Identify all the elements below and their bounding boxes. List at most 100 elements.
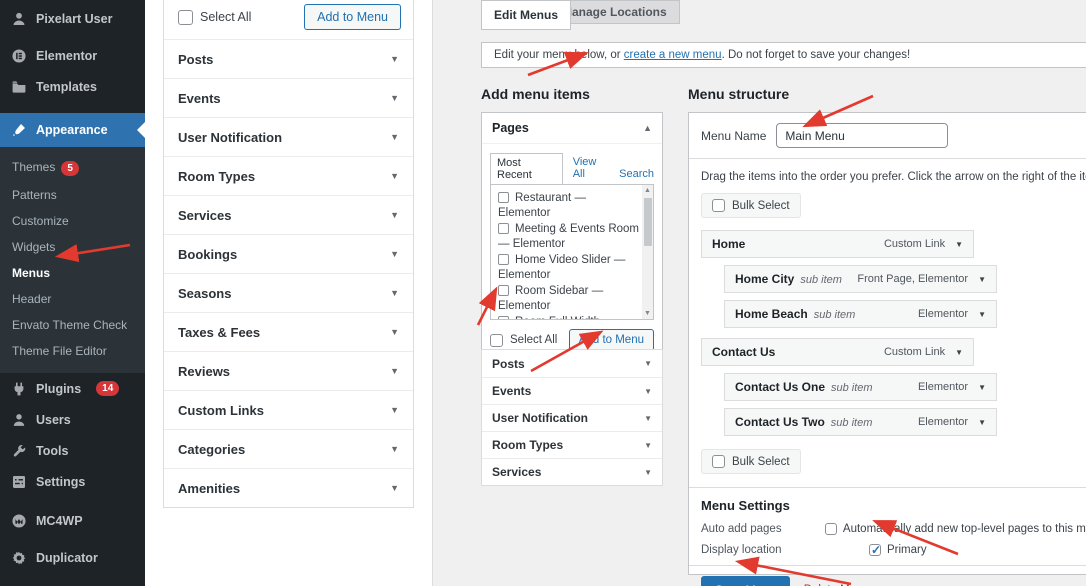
sidebar-item-header[interactable]: Header (0, 286, 145, 312)
appearance-submenu: Themes5 Patterns Customize Widgets Menus… (0, 147, 145, 373)
sidebar-item-pixelart-user[interactable]: Pixelart User (0, 4, 145, 34)
menu-item-contact-us-two[interactable]: Contact Us Twosub item Elementor▼ (724, 408, 997, 436)
sidebar-item-label: Plugins (36, 382, 81, 396)
sidebar-item-customize[interactable]: Customize (0, 208, 145, 234)
page-checkbox-item[interactable]: Home Video Slider — Elementor (498, 253, 639, 283)
page-checkbox-item[interactable]: Restaurant — Elementor (498, 191, 639, 221)
bulk-select-toggle[interactable]: Bulk Select (701, 193, 801, 218)
accordion-item-services[interactable]: Services▼ (482, 458, 662, 485)
accordion-item-amenities[interactable]: Amenities▼ (164, 468, 413, 507)
themes-count-badge: 5 (61, 161, 79, 176)
accordion-item-custom-links[interactable]: Custom Links▼ (164, 390, 413, 429)
sidebar-item-patterns[interactable]: Patterns (0, 182, 145, 208)
page-checkbox-item[interactable]: Room Sidebar — Elementor (498, 284, 639, 314)
expand-item-icon[interactable]: ▼ (978, 383, 986, 392)
scrollbar-thumb[interactable] (644, 198, 652, 246)
sidebar-item-mc4wp[interactable]: MC4WP (0, 505, 145, 536)
user-icon (10, 11, 27, 28)
pages-select-all-checkbox[interactable] (490, 334, 503, 347)
pages-add-to-menu-button[interactable]: Add to Menu (569, 329, 654, 351)
bulk-select-checkbox[interactable] (712, 199, 725, 212)
bulk-select-checkbox[interactable] (712, 455, 725, 468)
tab-most-recent[interactable]: Most Recent (490, 153, 563, 185)
tab-edit-menus[interactable]: Edit Menus (481, 0, 571, 30)
sidebar-item-tools[interactable]: Tools (0, 435, 145, 466)
accordion-item-reviews[interactable]: Reviews▼ (164, 351, 413, 390)
sidebar-item-templates[interactable]: Templates (0, 72, 145, 102)
accordion-item-taxes-fees[interactable]: Taxes & Fees▼ (164, 312, 413, 351)
sidebar-item-themes[interactable]: Themes5 (0, 154, 145, 182)
accordion-item-events[interactable]: Events▼ (164, 78, 413, 117)
auto-add-pages-label: Auto add pages (701, 523, 825, 535)
chevron-down-icon: ▼ (644, 359, 652, 368)
menu-items-list: Home Custom Link▼ Home Citysub item Fron… (689, 218, 1086, 436)
accordion-item-user-notification[interactable]: User Notification▼ (482, 404, 662, 431)
accordion-item-room-types[interactable]: Room Types▼ (482, 431, 662, 458)
chevron-down-icon: ▼ (390, 249, 399, 259)
accordion-item-room-types[interactable]: Room Types▼ (164, 156, 413, 195)
bulk-select-toggle-bottom[interactable]: Bulk Select (701, 449, 801, 474)
save-menu-button[interactable]: Save Menu (701, 576, 790, 586)
expand-item-icon[interactable]: ▼ (955, 348, 963, 357)
page-item-checkbox[interactable] (498, 223, 509, 234)
menu-item-home-city[interactable]: Home Citysub item Front Page, Elementor▼ (724, 265, 997, 293)
sidebar-item-duplicator[interactable]: Duplicator (0, 542, 145, 573)
accordion-item-services[interactable]: Services▼ (164, 195, 413, 234)
page-checkbox-item[interactable]: Meeting & Events Room — Elementor (498, 222, 639, 252)
sidebar-item-menus[interactable]: Menus (0, 260, 145, 286)
sidebar-collapse-button[interactable]: Collapse menu (0, 577, 145, 586)
sidebar-item-widgets[interactable]: Widgets (0, 234, 145, 260)
create-new-menu-link[interactable]: create a new menu (624, 49, 722, 61)
menu-item-contact-us-one[interactable]: Contact Us Onesub item Elementor▼ (724, 373, 997, 401)
expand-item-icon[interactable]: ▼ (978, 275, 986, 284)
accordion-item-user-notification[interactable]: User Notification▼ (164, 117, 413, 156)
sidebar-item-appearance[interactable]: Appearance (0, 113, 145, 147)
sidebar-item-settings[interactable]: Settings (0, 466, 145, 497)
menu-item-home-beach[interactable]: Home Beachsub item Elementor▼ (724, 300, 997, 328)
scroll-up-icon[interactable]: ▲ (642, 185, 653, 196)
add-to-menu-button[interactable]: Add to Menu (304, 4, 401, 30)
menu-item-home[interactable]: Home Custom Link▼ (701, 230, 974, 258)
accordion-item-posts[interactable]: Posts▼ (482, 350, 662, 377)
scroll-down-icon[interactable]: ▼ (642, 308, 653, 319)
accordion-item-events[interactable]: Events▼ (482, 377, 662, 404)
tab-view-all[interactable]: View All (573, 156, 609, 184)
sidebar-item-label: Users (36, 413, 71, 427)
sidebar-item-plugins[interactable]: Plugins 14 (0, 373, 145, 404)
accordion-item-categories[interactable]: Categories▼ (164, 429, 413, 468)
chevron-down-icon: ▼ (390, 171, 399, 181)
page-item-checkbox[interactable] (498, 192, 509, 203)
chevron-down-icon: ▼ (390, 366, 399, 376)
plugins-count-badge: 14 (96, 381, 119, 396)
sidebar-item-users[interactable]: Users (0, 404, 145, 435)
gear-icon (10, 549, 27, 566)
page-item-checkbox[interactable] (498, 316, 509, 320)
chevron-down-icon: ▼ (644, 387, 652, 396)
accordion-item-bookings[interactable]: Bookings▼ (164, 234, 413, 273)
auto-add-pages-checkbox[interactable] (825, 523, 837, 535)
sidebar-item-elementor[interactable]: Elementor (0, 41, 145, 71)
menu-name-input[interactable] (776, 123, 948, 148)
expand-item-icon[interactable]: ▼ (978, 418, 986, 427)
accordion-item-posts[interactable]: Posts▼ (164, 39, 413, 78)
accordion-item-seasons[interactable]: Seasons▼ (164, 273, 413, 312)
page-item-checkbox[interactable] (498, 254, 509, 265)
admin-sidebar: Pixelart User Elementor Templates Appear… (0, 0, 145, 586)
tab-search[interactable]: Search (619, 168, 654, 184)
select-all-checkbox[interactable] (178, 10, 193, 25)
expand-item-icon[interactable]: ▼ (955, 240, 963, 249)
sidebar-item-theme-file-editor[interactable]: Theme File Editor (0, 338, 145, 364)
primary-location-checkbox[interactable] (869, 544, 881, 556)
select-all-row: Select All (178, 10, 251, 25)
active-menu-notch (137, 122, 145, 138)
sidebar-item-envato-theme-check[interactable]: Envato Theme Check (0, 312, 145, 338)
menu-item-contact-us[interactable]: Contact Us Custom Link▼ (701, 338, 974, 366)
page-item-checkbox[interactable] (498, 285, 509, 296)
menu-name-label: Menu Name (701, 129, 766, 143)
pages-list-scrollbar[interactable]: ▲ ▼ (642, 185, 653, 319)
wrench-icon (10, 442, 27, 459)
pages-panel-header[interactable]: Pages ▲ (482, 113, 662, 144)
expand-item-icon[interactable]: ▼ (978, 310, 986, 319)
chevron-down-icon: ▼ (390, 288, 399, 298)
page-checkbox-item[interactable]: Room Full Width — Elementor (498, 315, 639, 320)
